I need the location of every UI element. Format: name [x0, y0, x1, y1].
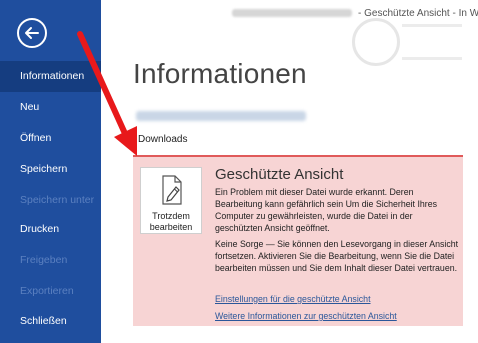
protected-view-title: Geschützte Ansicht	[215, 166, 344, 183]
protected-view-info-link[interactable]: Weitere Informationen zur geschützten An…	[215, 311, 397, 321]
nav-drucken[interactable]: Drucken	[0, 214, 101, 245]
blurred-document-name	[136, 111, 306, 121]
page-title: Informationen	[133, 58, 307, 89]
decorative-ring	[352, 18, 400, 66]
nav-oeffnen[interactable]: Öffnen	[0, 123, 101, 154]
edit-document-icon	[162, 175, 182, 205]
back-arrow-icon	[25, 27, 39, 39]
decorative-lines	[402, 24, 462, 60]
nav-exportieren[interactable]: Exportieren	[0, 276, 101, 307]
nav-freigeben[interactable]: Freigeben	[0, 245, 101, 276]
window-title: - Geschützte Ansicht - In Wor	[232, 8, 478, 19]
nav-neu[interactable]: Neu	[0, 92, 101, 123]
protected-view-settings-link[interactable]: Einstellungen für die geschützte Ansicht	[215, 294, 371, 304]
back-button[interactable]	[17, 18, 47, 48]
nav-speichern-unter[interactable]: Speichern unter	[0, 185, 101, 216]
folder-path: Downloads	[138, 134, 188, 145]
enable-editing-button[interactable]: Trotzdem bearbeiten	[140, 167, 202, 234]
protected-view-hint: Keine Sorge — Sie können den Lesevorgang…	[215, 239, 459, 273]
backstage-sidebar: Informationen Neu Öffnen Speichern Speic…	[0, 0, 101, 343]
protected-view-panel: Trotzdem bearbeiten Geschützte Ansicht E…	[133, 155, 463, 326]
blurred-filename	[232, 9, 352, 18]
enable-editing-label: Trotzdem bearbeiten	[149, 211, 193, 232]
arrow-head	[114, 126, 137, 156]
nav-speichern[interactable]: Speichern	[0, 154, 101, 185]
nav-schliessen[interactable]: Schließen	[0, 306, 101, 337]
protected-view-message: Ein Problem mit dieser Datei wurde erkan…	[215, 187, 438, 233]
nav-informationen[interactable]: Informationen	[0, 61, 101, 92]
